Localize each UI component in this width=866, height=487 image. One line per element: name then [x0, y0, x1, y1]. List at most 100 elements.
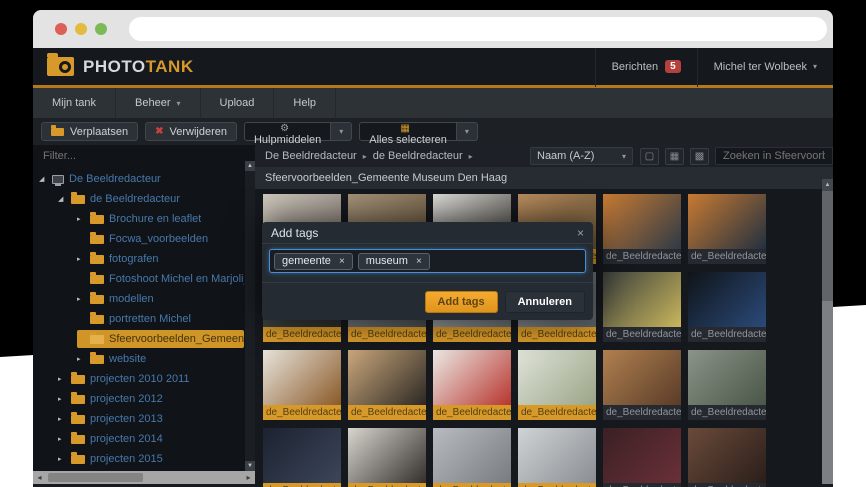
tools-button[interactable]: ⚙ Hulpmiddelen [244, 122, 331, 141]
photo-thumbnail[interactable]: de_Beeldredacte... [518, 428, 596, 487]
tree-item-projecten-2015[interactable]: ▸ projecten 2015 [33, 449, 244, 469]
view-large-grid-button[interactable]: ▩ [690, 148, 709, 165]
photo-thumbnail[interactable]: de_Beeldredacte... [348, 428, 426, 487]
breadcrumb-item[interactable]: de Beeldredacteur [373, 150, 463, 162]
caret-collapsed-icon[interactable]: ▸ [58, 375, 71, 383]
photo-image [603, 194, 681, 249]
tree-item-label: projecten 2012 [90, 393, 163, 405]
tree-item-de-beeldredacteur[interactable]: ◢de Beeldredacteur [33, 189, 244, 209]
tree-item-modellen[interactable]: ▸modellen [33, 289, 244, 309]
nav-item-help[interactable]: Help [274, 88, 336, 118]
view-single-button[interactable]: ▢ [640, 148, 659, 165]
remove-tag-icon[interactable]: × [416, 256, 422, 267]
tree-item-brochure-en-leaflet[interactable]: ▸Brochure en leaflet [33, 209, 244, 229]
tree-item-sfeervoorbeelden-gemeente-museum[interactable]: Sfeervoorbeelden_Gemeente Museum [33, 329, 244, 349]
caret-expanded-icon[interactable]: ◢ [58, 195, 71, 203]
remove-tag-icon[interactable]: × [339, 256, 345, 267]
cancel-button[interactable]: Annuleren [505, 291, 585, 313]
logo[interactable]: PHOTOTANK [47, 57, 595, 77]
tree-item-projecten-2012[interactable]: ▸ projecten 2012 [33, 389, 244, 409]
photo-label: de_Beeldredacte... [433, 483, 511, 487]
photo-thumbnail[interactable]: de_Beeldredacte... [433, 428, 511, 487]
photo-thumbnail[interactable]: de_Beeldredacte... [263, 350, 341, 420]
add-tags-button[interactable]: Add tags [425, 291, 498, 313]
scrollbar-track[interactable] [822, 301, 833, 484]
tags-input[interactable]: gemeente×museum× [269, 249, 586, 273]
tree-item-projecten-2013[interactable]: ▸projecten 2013 [33, 409, 244, 429]
nav-item-beheer[interactable]: Beheer▾ [116, 88, 201, 118]
caret-collapsed-icon[interactable]: ▸ [77, 295, 90, 303]
scroll-up-icon[interactable]: ▲ [245, 161, 255, 171]
caret-collapsed-icon[interactable]: ▸ [77, 255, 90, 263]
tree-item-projecten-2010-2011[interactable]: ▸projecten 2010 2011 [33, 369, 244, 389]
select-all-button[interactable]: ▦ Alles selecteren [359, 122, 457, 141]
tree-item-website[interactable]: ▸website [33, 349, 244, 369]
tree-item-fotografen[interactable]: ▸fotografen [33, 249, 244, 269]
nav-item-label: Help [293, 97, 316, 109]
search-input[interactable] [715, 147, 833, 165]
scrollbar-thumb[interactable] [822, 191, 833, 301]
sort-dropdown[interactable]: Naam (A-Z) ▾ [530, 147, 633, 165]
scroll-left-icon[interactable]: ◂ [33, 473, 46, 482]
tools-dropdown-button[interactable]: ▾ [331, 122, 352, 141]
scrollbar-thumb[interactable] [48, 473, 143, 482]
tree-item-portretten-michel[interactable]: portretten Michel [33, 309, 244, 329]
photo-thumbnail[interactable]: de_Beeldredacte... [603, 350, 681, 420]
photo-thumbnail[interactable]: de_Beeldredacte... [433, 350, 511, 420]
caret-expanded-icon[interactable]: ◢ [39, 175, 52, 183]
tree-item-fotoshoot-michel-en-marjolijn[interactable]: Fotoshoot Michel en Marjolijn [33, 269, 244, 289]
messages-menu[interactable]: Berichten 5 [595, 48, 697, 87]
photo-label: de_Beeldredacte... [433, 405, 511, 420]
tree-item-content: ▸projecten 2010 2011 [58, 370, 244, 388]
view-grid-button[interactable]: ▦ [665, 148, 684, 165]
tree-item-projecten-2014[interactable]: ▸ projecten 2014 [33, 429, 244, 449]
user-menu[interactable]: Michel ter Wolbeek ▾ [697, 48, 833, 87]
caret-collapsed-icon[interactable]: ▸ [77, 355, 90, 363]
tree-item-focwa-voorbeelden[interactable]: Focwa_voorbeelden [33, 229, 244, 249]
photo-label: de_Beeldredacte... [688, 483, 766, 487]
computer-icon [52, 175, 64, 184]
photo-thumbnail[interactable]: de_Beeldredacte... [688, 272, 766, 342]
scroll-right-icon[interactable]: ▸ [242, 473, 255, 482]
tree-indent [33, 259, 77, 260]
grid-vertical-scrollbar[interactable]: ▲ [822, 179, 833, 484]
photo-image [688, 350, 766, 405]
photo-image [433, 350, 511, 405]
close-window-icon[interactable] [55, 23, 67, 35]
filter-input[interactable] [33, 150, 218, 162]
zoom-window-icon[interactable] [95, 23, 107, 35]
photo-thumbnail[interactable]: de_Beeldredacte... [518, 350, 596, 420]
delete-button[interactable]: ✖ Verwijderen [145, 122, 237, 141]
close-icon[interactable]: × [577, 226, 584, 240]
photo-thumbnail[interactable]: de_Beeldredacte... [348, 350, 426, 420]
photo-thumbnail[interactable]: de_Beeldredacte... [688, 350, 766, 420]
photo-thumbnail[interactable]: de_Beeldredacte... [263, 428, 341, 487]
nav-item-mijn-tank[interactable]: Mijn tank [33, 88, 116, 118]
caret-collapsed-icon[interactable]: ▸ [58, 395, 71, 403]
address-bar[interactable] [129, 17, 827, 41]
scroll-up-icon[interactable]: ▲ [822, 179, 833, 191]
caret-collapsed-icon[interactable]: ▸ [77, 215, 90, 223]
caret-collapsed-icon[interactable]: ▸ [58, 455, 71, 463]
caret-collapsed-icon[interactable]: ▸ [58, 435, 71, 443]
minimize-window-icon[interactable] [75, 23, 87, 35]
photo-thumbnail[interactable]: de_Beeldredacte... [603, 428, 681, 487]
tree-item-content: ▸ projecten 2012 [58, 390, 244, 408]
nav-item-upload[interactable]: Upload [201, 88, 275, 118]
photo-thumbnail[interactable]: de_Beeldredacte... [603, 272, 681, 342]
tree-item-label: projecten 2015 [90, 453, 163, 465]
select-all-dropdown-button[interactable]: ▾ [457, 122, 478, 141]
caret-collapsed-icon[interactable]: ▸ [58, 415, 71, 423]
scroll-down-icon[interactable]: ▼ [245, 461, 255, 471]
tree-item-label: projecten 2014 [90, 433, 163, 445]
move-button[interactable]: Verplaatsen [41, 122, 138, 141]
sidebar-horizontal-scrollbar[interactable]: ◂ ▸ [33, 471, 255, 484]
photo-thumbnail[interactable]: de_Beeldredacte... [603, 194, 681, 264]
photo-thumbnail[interactable]: de_Beeldredacte... [688, 428, 766, 487]
photo-thumbnail[interactable]: de_Beeldredacte... [688, 194, 766, 264]
sidebar-vertical-scrollbar[interactable]: ▲ ▼ [245, 161, 255, 471]
tree-item-content: ▸ projecten 2015 [58, 450, 244, 468]
messages-label: Berichten [612, 61, 658, 73]
breadcrumb-item[interactable]: De Beeldredacteur [265, 150, 357, 162]
tree-item-de-beeldredacteur[interactable]: ◢De Beeldredacteur [33, 169, 244, 189]
